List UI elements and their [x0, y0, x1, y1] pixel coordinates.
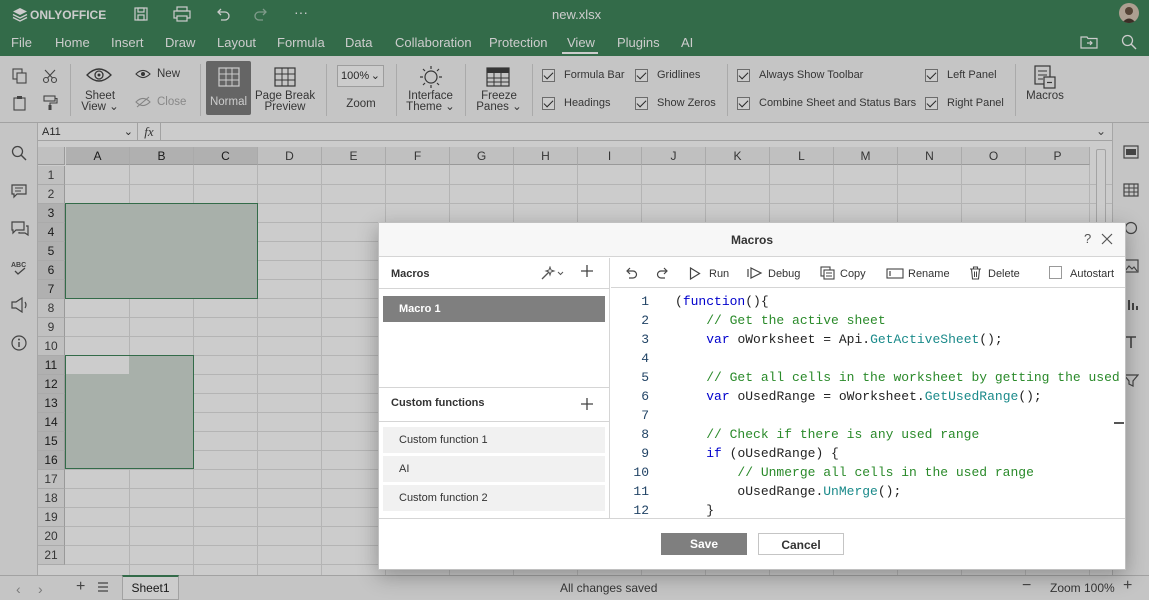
line-number: 9: [641, 446, 649, 461]
autostart-checkbox[interactable]: [1049, 266, 1062, 279]
code-editor[interactable]: 1 (function(){2 // Get the active sheet 3 …: [611, 289, 1125, 518]
line-number: 1: [641, 294, 649, 309]
code-line: oUsedRange.UnMerge();: [737, 484, 902, 499]
macro-toolbar: Run Debug Copy Rename Delete Autostart: [611, 258, 1125, 288]
debug-icon[interactable]: [747, 266, 763, 280]
redo-icon[interactable]: [655, 266, 670, 280]
macros-list-panel: Macros Macro 1 Custom functions Custom f…: [379, 258, 610, 518]
line-number: 10: [633, 465, 649, 480]
debug-button[interactable]: Debug: [768, 268, 800, 280]
ai-generate-icon[interactable]: [540, 266, 564, 280]
line-number: 3: [641, 332, 649, 347]
custom-function-item-2[interactable]: Custom function 2: [383, 485, 605, 511]
line-number: 8: [641, 427, 649, 442]
custom-function-item-1[interactable]: Custom function 1: [383, 427, 605, 453]
custom-functions-header: Custom functions: [391, 397, 485, 409]
close-icon[interactable]: [1101, 233, 1113, 245]
custom-function-item-ai[interactable]: AI: [383, 456, 605, 482]
run-icon[interactable]: [689, 267, 701, 280]
rename-button[interactable]: Rename: [908, 268, 950, 280]
line-number: 4: [641, 351, 649, 366]
macros-dialog: Macros ? Macros Macro 1 Custom functions…: [378, 222, 1126, 570]
line-number: 11: [633, 484, 649, 499]
code-line: (function(){: [675, 294, 769, 309]
add-custom-function-icon[interactable]: [581, 398, 593, 410]
line-number: 5: [641, 370, 649, 385]
autostart-label: Autostart: [1070, 268, 1115, 280]
copy-icon[interactable]: [820, 266, 835, 280]
add-macro-icon[interactable]: [581, 265, 593, 277]
run-button[interactable]: Run: [709, 268, 729, 280]
code-line: // Unmerge all cells in the used range: [737, 465, 1034, 480]
code-line: }: [675, 503, 715, 518]
rename-icon[interactable]: [886, 267, 904, 279]
macro-item-1[interactable]: Macro 1: [383, 296, 605, 322]
code-line: if (oUsedRange) {: [706, 446, 839, 461]
save-button[interactable]: Save: [661, 533, 747, 555]
code-line: var oWorksheet = Api.GetActiveSheet();: [706, 332, 1003, 347]
code-line: var oUsedRange = oWorksheet.GetUsedRange…: [706, 389, 1042, 404]
delete-button[interactable]: Delete: [988, 268, 1020, 280]
line-number: 6: [641, 389, 649, 404]
dialog-title: Macros: [730, 233, 774, 247]
copy-button[interactable]: Copy: [840, 268, 866, 280]
code-scroll-marker: [1114, 422, 1124, 424]
dialog-header: Macros ?: [379, 223, 1125, 257]
cancel-button[interactable]: Cancel: [758, 533, 844, 555]
macros-header: Macros: [391, 268, 430, 280]
line-number: 2: [641, 313, 649, 328]
help-button[interactable]: ?: [1084, 231, 1091, 246]
undo-icon[interactable]: [624, 266, 639, 280]
delete-icon[interactable]: [969, 266, 982, 280]
code-line: // Get all cells in the worksheet by get…: [706, 370, 1125, 385]
line-number: 12: [633, 503, 649, 518]
code-line: // Check if there is any used range: [706, 427, 980, 442]
code-line: // Get the active sheet: [706, 313, 886, 328]
line-number: 7: [641, 408, 649, 423]
